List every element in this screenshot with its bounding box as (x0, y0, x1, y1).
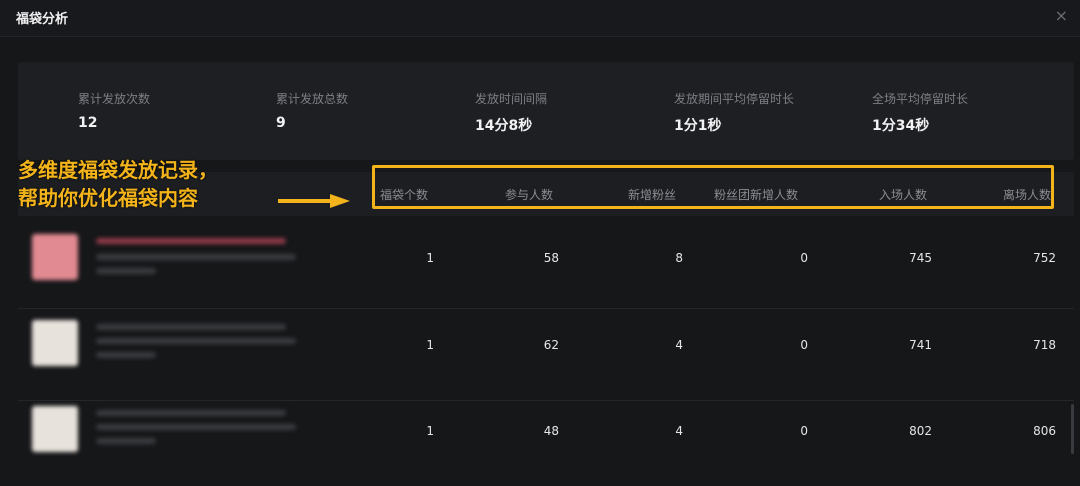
blurred-product-detail (96, 254, 296, 260)
blurred-product-detail (96, 438, 156, 444)
cell-entries: 802 (909, 424, 932, 438)
blurred-product-detail (96, 424, 296, 430)
dialog-header: 福袋分析 × (0, 0, 1080, 37)
blurred-product-detail (96, 338, 296, 344)
cell-new-fans: 4 (675, 338, 683, 352)
product-thumbnail (32, 406, 78, 452)
scrollbar-thumb[interactable] (1071, 404, 1074, 454)
stat-value: 9 (276, 115, 286, 131)
cell-entries: 745 (909, 251, 932, 265)
cell-new-fans: 4 (675, 424, 683, 438)
cell-exits: 718 (1033, 338, 1056, 352)
annotation-callout: 多维度福袋发放记录， 帮助你优化福袋内容 (18, 156, 218, 212)
blurred-product-detail (96, 268, 156, 274)
stat-value: 1分1秒 (674, 118, 722, 134)
blurred-product-title (96, 410, 286, 416)
stat-label: 发放时间间隔 (475, 92, 548, 106)
blurred-product-detail (96, 352, 156, 358)
cell-exits: 752 (1033, 251, 1056, 265)
summary-stats-panel: 累计发放次数 12 累计发放总数 9 发放时间间隔 14分8秒 发放期间平均停留… (18, 62, 1074, 160)
stat-value: 1分34秒 (872, 118, 930, 134)
cell-participants: 48 (543, 424, 559, 438)
cell-participants: 62 (543, 338, 559, 352)
blurred-product-title (96, 238, 286, 244)
stat-avg-stay-during-sends: 发放期间平均停留时长 1分1秒 (674, 90, 794, 135)
cell-bag-count: 1 (426, 338, 434, 352)
cell-fan-club-new: 0 (800, 251, 808, 265)
cell-fan-club-new: 0 (800, 424, 808, 438)
close-icon[interactable]: × (1055, 6, 1068, 25)
cell-bag-count: 1 (426, 424, 434, 438)
stat-avg-stay-overall: 全场平均停留时长 1分34秒 (872, 90, 968, 135)
stat-label: 全场平均停留时长 (872, 92, 969, 106)
stat-label: 累计发放次数 (78, 92, 151, 106)
cell-entries: 741 (909, 338, 932, 352)
cell-fan-club-new: 0 (800, 338, 808, 352)
fukubag-analysis-dialog: 福袋分析 × 累计发放次数 12 累计发放总数 9 发放时间间隔 14分8秒 发… (0, 0, 1080, 482)
cell-bag-count: 1 (426, 251, 434, 265)
stat-label: 累计发放总数 (276, 92, 349, 106)
arrow-right-icon (278, 194, 350, 208)
column-highlight-box (372, 165, 1054, 209)
product-thumbnail (32, 234, 78, 280)
dialog-title: 福袋分析 (16, 12, 69, 27)
stat-value: 12 (78, 115, 98, 131)
blurred-product-title (96, 324, 286, 330)
stat-total-sends: 累计发放次数 12 (78, 90, 150, 131)
stat-send-interval: 发放时间间隔 14分8秒 (475, 90, 547, 135)
cell-participants: 58 (543, 251, 559, 265)
stat-total-issued: 累计发放总数 9 (276, 90, 348, 131)
cell-new-fans: 8 (675, 251, 683, 265)
product-thumbnail (32, 320, 78, 366)
annotation-line-1: 多维度福袋发放记录， (18, 158, 218, 182)
stat-label: 发放期间平均停留时长 (674, 92, 795, 106)
cell-exits: 806 (1033, 424, 1056, 438)
stat-value: 14分8秒 (475, 118, 533, 134)
